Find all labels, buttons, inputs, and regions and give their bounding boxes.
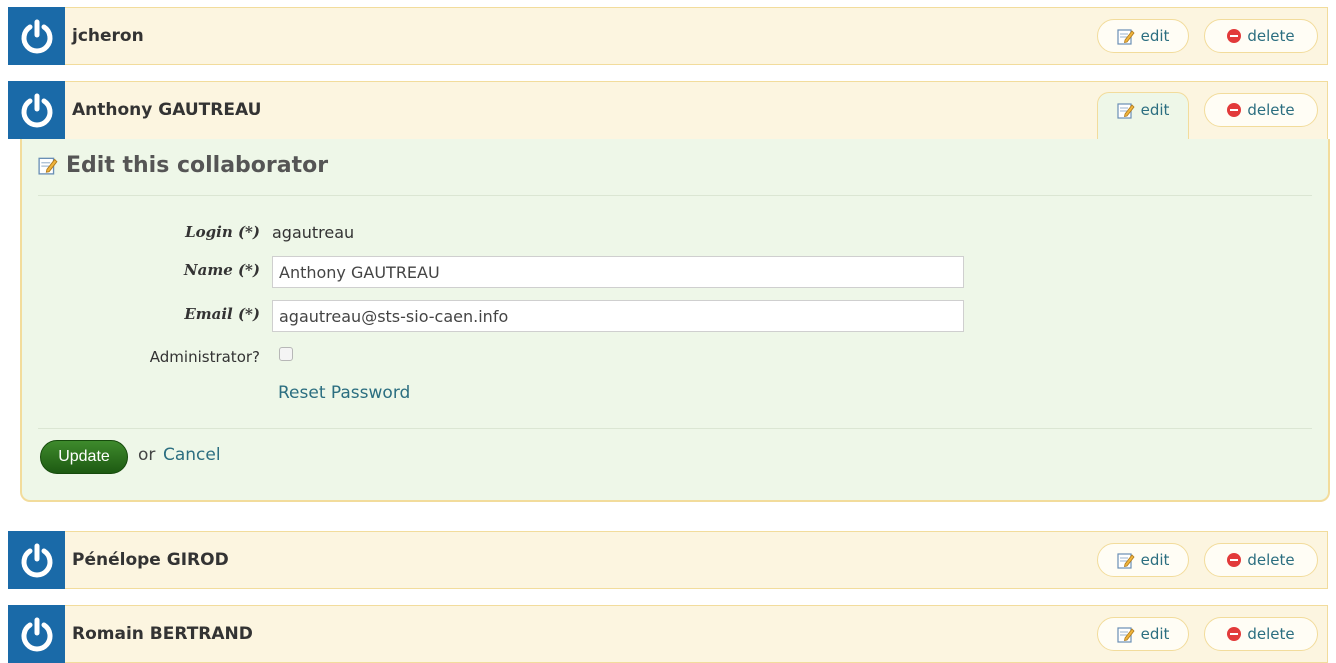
minus-circle-icon <box>1227 103 1242 117</box>
pencil-icon <box>1116 29 1135 45</box>
delete-button[interactable]: delete <box>1204 93 1318 127</box>
pencil-icon <box>1116 553 1135 569</box>
minus-circle-icon <box>1227 29 1242 43</box>
edit-label: edit <box>1140 101 1170 119</box>
avatar <box>8 7 65 65</box>
delete-label: delete <box>1247 27 1295 45</box>
email-input[interactable] <box>272 300 964 332</box>
name-label: Name (*) <box>183 261 260 279</box>
edit-label: edit <box>1140 625 1170 643</box>
edit-label: edit <box>1140 27 1170 45</box>
collaborator-row: Pénélope GIROD edit delete <box>8 531 1328 589</box>
administrator-checkbox[interactable] <box>279 347 293 361</box>
delete-label: delete <box>1247 625 1295 643</box>
pencil-icon <box>1116 103 1135 119</box>
edit-button[interactable]: edit <box>1097 543 1189 577</box>
delete-button[interactable]: delete <box>1204 617 1318 651</box>
delete-button[interactable]: delete <box>1204 19 1318 53</box>
power-icon <box>21 93 52 128</box>
collaborator-name: jcheron <box>72 26 144 46</box>
minus-circle-icon <box>1227 553 1242 567</box>
edit-label: edit <box>1140 551 1170 569</box>
panel-title: Edit this collaborator <box>38 149 328 181</box>
name-input[interactable] <box>272 256 964 288</box>
edit-button[interactable]: edit <box>1097 19 1189 53</box>
power-icon <box>21 617 52 652</box>
edit-tab-button[interactable]: edit <box>1097 92 1189 140</box>
power-icon <box>21 543 52 578</box>
update-button[interactable]: Update <box>40 440 128 474</box>
edit-button[interactable]: edit <box>1097 617 1189 651</box>
cancel-link[interactable]: Cancel <box>163 445 221 465</box>
login-label: Login (*) <box>185 223 260 241</box>
delete-label: delete <box>1247 551 1295 569</box>
divider <box>38 428 1312 429</box>
collaborator-row: jcheron edit delete <box>8 7 1328 65</box>
collaborator-name: Romain BERTRAND <box>72 624 253 644</box>
power-icon <box>21 19 52 54</box>
or-text: or <box>138 445 156 465</box>
delete-button[interactable]: delete <box>1204 543 1318 577</box>
reset-password-link[interactable]: Reset Password <box>278 383 410 403</box>
pencil-icon <box>1116 627 1135 643</box>
divider <box>38 195 1312 196</box>
avatar <box>8 531 65 589</box>
panel-title-text: Edit this collaborator <box>66 152 329 178</box>
email-label: Email (*) <box>184 305 260 323</box>
minus-circle-icon <box>1227 627 1242 641</box>
collaborator-row-active: Anthony GAUTREAU edit delete <box>8 81 1328 140</box>
collaborator-name: Pénélope GIROD <box>72 550 229 570</box>
avatar <box>8 81 65 139</box>
avatar <box>8 605 65 663</box>
delete-label: delete <box>1247 101 1295 119</box>
edit-collaborator-panel: Edit this collaborator Login (*) agautre… <box>20 139 1330 502</box>
login-value: agautreau <box>272 223 355 242</box>
administrator-label: Administrator? <box>149 348 260 366</box>
collaborator-name: Anthony GAUTREAU <box>72 100 262 120</box>
collaborator-row: Romain BERTRAND edit delete <box>8 605 1328 663</box>
pencil-icon <box>38 157 58 175</box>
